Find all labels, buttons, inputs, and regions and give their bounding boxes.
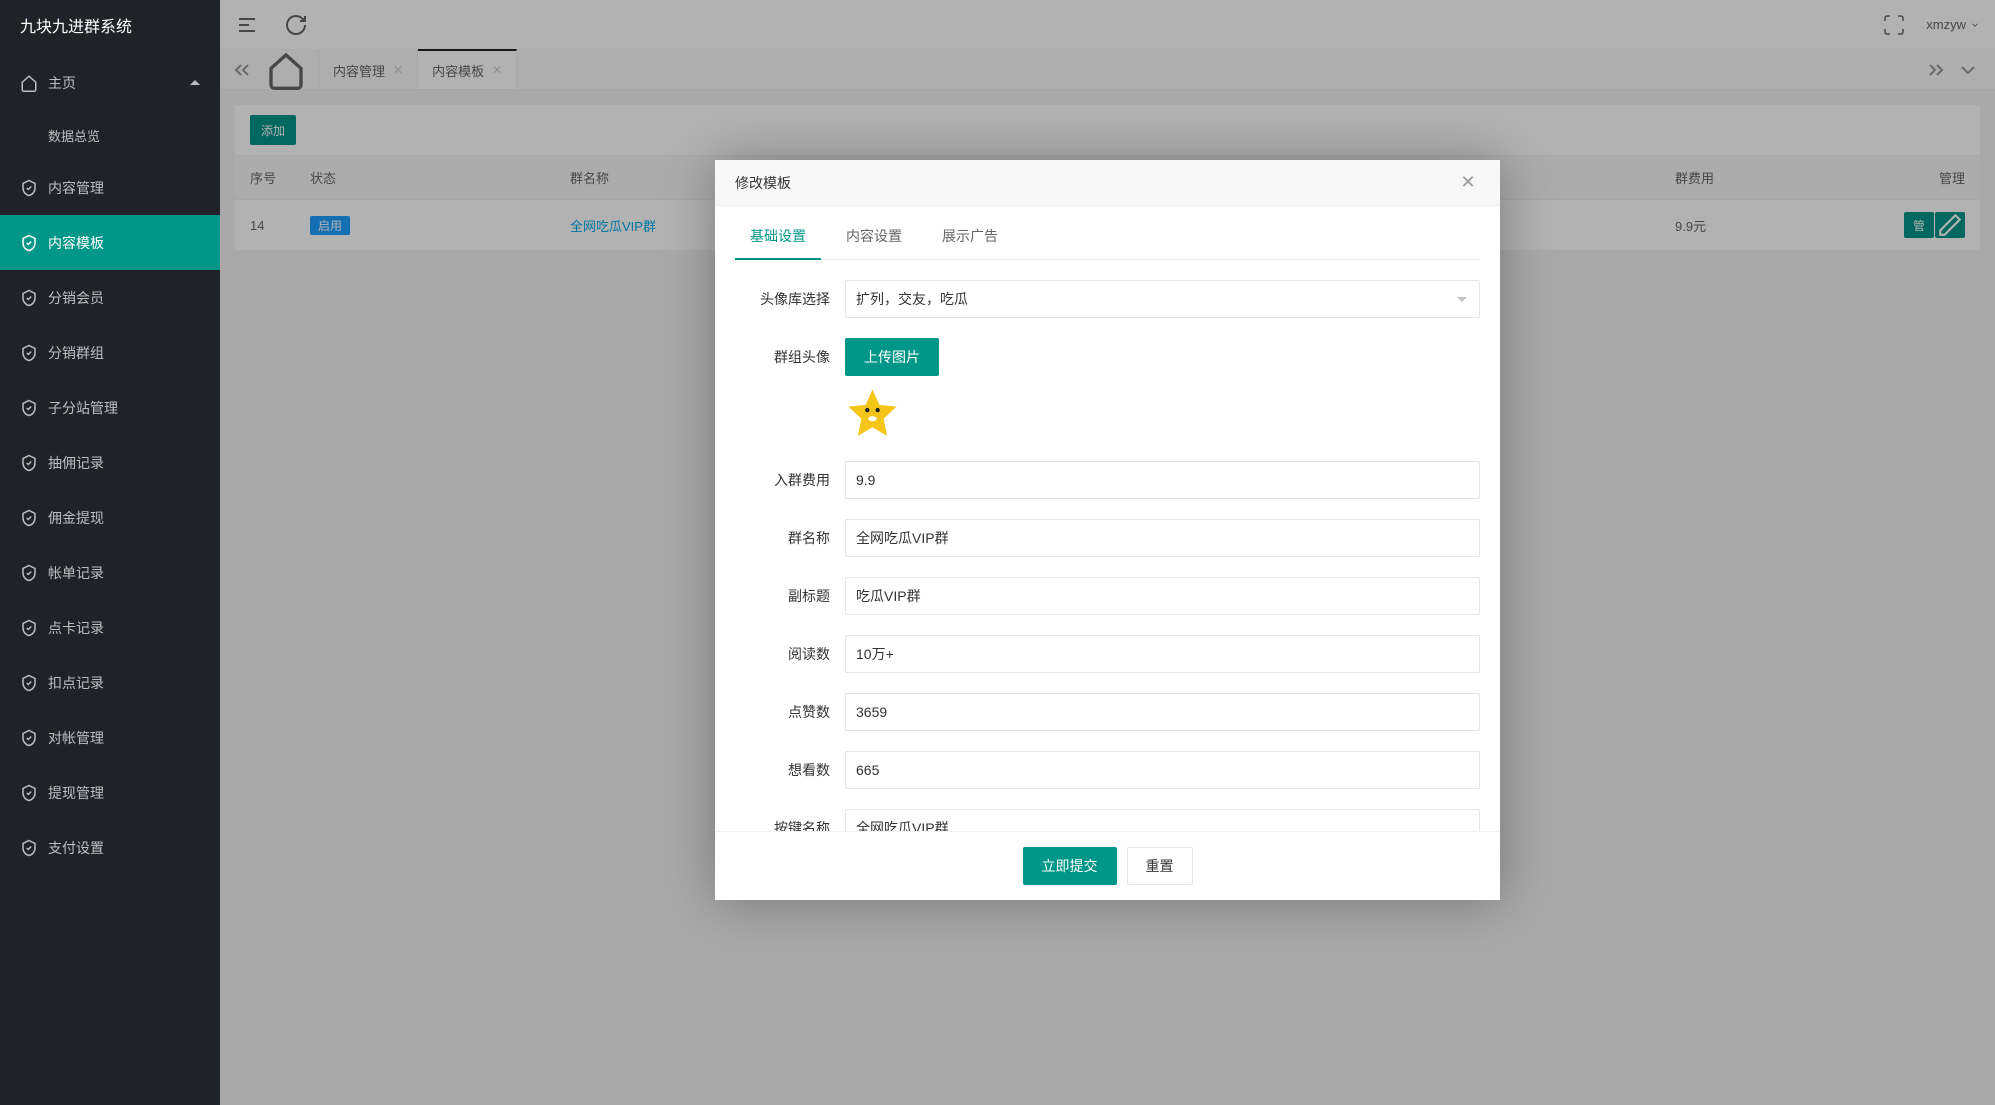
sidebar-item-label: 点卡记录: [48, 618, 104, 638]
sidebar-item[interactable]: 对帐管理: [0, 710, 220, 765]
shield-check-icon: [20, 729, 38, 747]
form-label: 点赞数: [735, 702, 845, 722]
sidebar-item[interactable]: 分销会员: [0, 270, 220, 325]
modal-header: 修改模板 ✕: [715, 160, 1500, 206]
upload-image-button[interactable]: 上传图片: [845, 338, 939, 376]
sidebar-item-label: 内容管理: [48, 178, 104, 198]
sidebar-item-label: 分销会员: [48, 288, 104, 308]
modal-mask: 修改模板 ✕ 基础设置内容设置展示广告 头像库选择 扩列，交友，吃瓜 群组头像: [220, 0, 1995, 1105]
like-count-input[interactable]: [845, 693, 1480, 731]
form-label: 群名称: [735, 528, 845, 548]
sidebar-item-label: 主页: [48, 73, 76, 93]
main: xmzyw 内容管理✕内容模板✕ 添加: [220, 0, 1995, 1105]
modal-close-button[interactable]: ✕: [1456, 171, 1480, 195]
sidebar-item-label: 数据总览: [48, 126, 100, 145]
reset-button[interactable]: 重置: [1127, 847, 1193, 885]
sidebar-item-label: 扣点记录: [48, 673, 104, 693]
modal-tabs: 基础设置内容设置展示广告: [735, 226, 1480, 260]
sidebar-item[interactable]: 支付设置: [0, 820, 220, 875]
modal-tab[interactable]: 基础设置: [735, 226, 821, 260]
subtitle-input[interactable]: [845, 577, 1480, 615]
shield-check-icon: [20, 619, 38, 637]
sidebar-item[interactable]: 提现管理: [0, 765, 220, 820]
shield-check-icon: [20, 454, 38, 472]
sidebar-item[interactable]: 佣金提现: [0, 490, 220, 545]
form-label: 阅读数: [735, 644, 845, 664]
button-name-input[interactable]: [845, 809, 1480, 831]
sidebar-item-label: 子分站管理: [48, 398, 118, 418]
sidebar-item[interactable]: 子分站管理: [0, 380, 220, 435]
sidebar-item[interactable]: 帐单记录: [0, 545, 220, 600]
home-icon: [20, 74, 38, 92]
sidebar-item[interactable]: 抽佣记录: [0, 435, 220, 490]
sidebar-item-label: 内容模板: [48, 233, 104, 253]
group-name-input[interactable]: [845, 519, 1480, 557]
sidebar-item-label: 抽佣记录: [48, 453, 104, 473]
sidebar-item-home[interactable]: 主页: [0, 55, 220, 110]
sidebar-menu: 主页 数据总览 内容管理内容模板分销会员分销群组子分站管理抽佣记录佣金提现帐单记…: [0, 50, 220, 1105]
modal-title: 修改模板: [735, 173, 1456, 193]
modal: 修改模板 ✕ 基础设置内容设置展示广告 头像库选择 扩列，交友，吃瓜 群组头像: [715, 160, 1500, 900]
sidebar-item[interactable]: 扣点记录: [0, 655, 220, 710]
shield-check-icon: [20, 289, 38, 307]
sidebar-item[interactable]: 点卡记录: [0, 600, 220, 655]
shield-check-icon: [20, 784, 38, 802]
form-label: 入群费用: [735, 470, 845, 490]
sidebar-item-label: 对帐管理: [48, 728, 104, 748]
shield-check-icon: [20, 839, 38, 857]
form-label: 想看数: [735, 760, 845, 780]
shield-check-icon: [20, 509, 38, 527]
sidebar-item-label: 分销群组: [48, 343, 104, 363]
sidebar-item-label: 帐单记录: [48, 563, 104, 583]
sidebar: 九块九进群系统 主页 数据总览 内容管理内容模板分销会员分销群组子分站管理抽佣记…: [0, 0, 220, 1105]
shield-check-icon: [20, 344, 38, 362]
modal-tab[interactable]: 内容设置: [831, 226, 917, 259]
form-label: 副标题: [735, 586, 845, 606]
read-count-input[interactable]: [845, 635, 1480, 673]
modal-tab[interactable]: 展示广告: [927, 226, 1013, 259]
want-count-input[interactable]: [845, 751, 1480, 789]
sidebar-item[interactable]: 分销群组: [0, 325, 220, 380]
sidebar-item[interactable]: 内容模板: [0, 215, 220, 270]
shield-check-icon: [20, 179, 38, 197]
star-avatar-icon: [845, 386, 900, 441]
shield-check-icon: [20, 399, 38, 417]
form-label: 头像库选择: [735, 289, 845, 309]
shield-check-icon: [20, 234, 38, 252]
sidebar-item-dashboard[interactable]: 数据总览: [0, 110, 220, 160]
submit-button[interactable]: 立即提交: [1023, 847, 1117, 885]
shield-check-icon: [20, 674, 38, 692]
form-label: 群组头像: [735, 338, 845, 367]
sidebar-item-label: 支付设置: [48, 838, 104, 858]
avatar-lib-select[interactable]: 扩列，交友，吃瓜: [845, 280, 1480, 318]
avatar-preview: [845, 386, 900, 441]
sidebar-item-label: 提现管理: [48, 783, 104, 803]
app-logo: 九块九进群系统: [0, 0, 220, 50]
fee-input[interactable]: [845, 461, 1480, 499]
shield-check-icon: [20, 564, 38, 582]
form-label: 按键名称: [735, 818, 845, 831]
sidebar-item[interactable]: 内容管理: [0, 160, 220, 215]
sidebar-item-label: 佣金提现: [48, 508, 104, 528]
